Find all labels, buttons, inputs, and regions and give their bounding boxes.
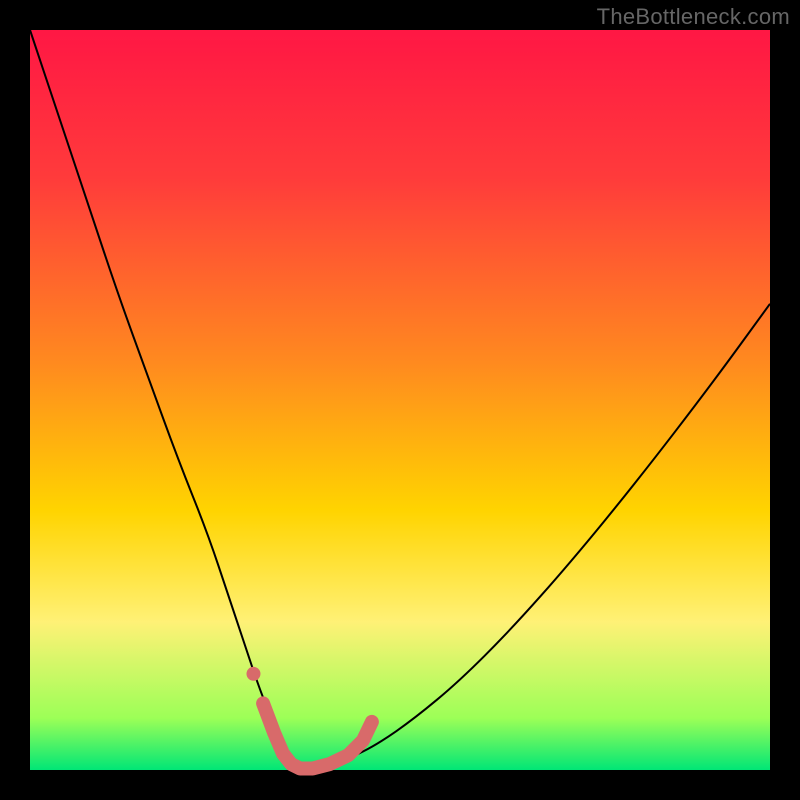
chart-frame: TheBottleneck.com [0,0,800,800]
plot-background [30,30,770,770]
highlight-marker-dot [246,667,260,681]
watermark-text: TheBottleneck.com [597,4,790,30]
bottleneck-chart [0,0,800,800]
